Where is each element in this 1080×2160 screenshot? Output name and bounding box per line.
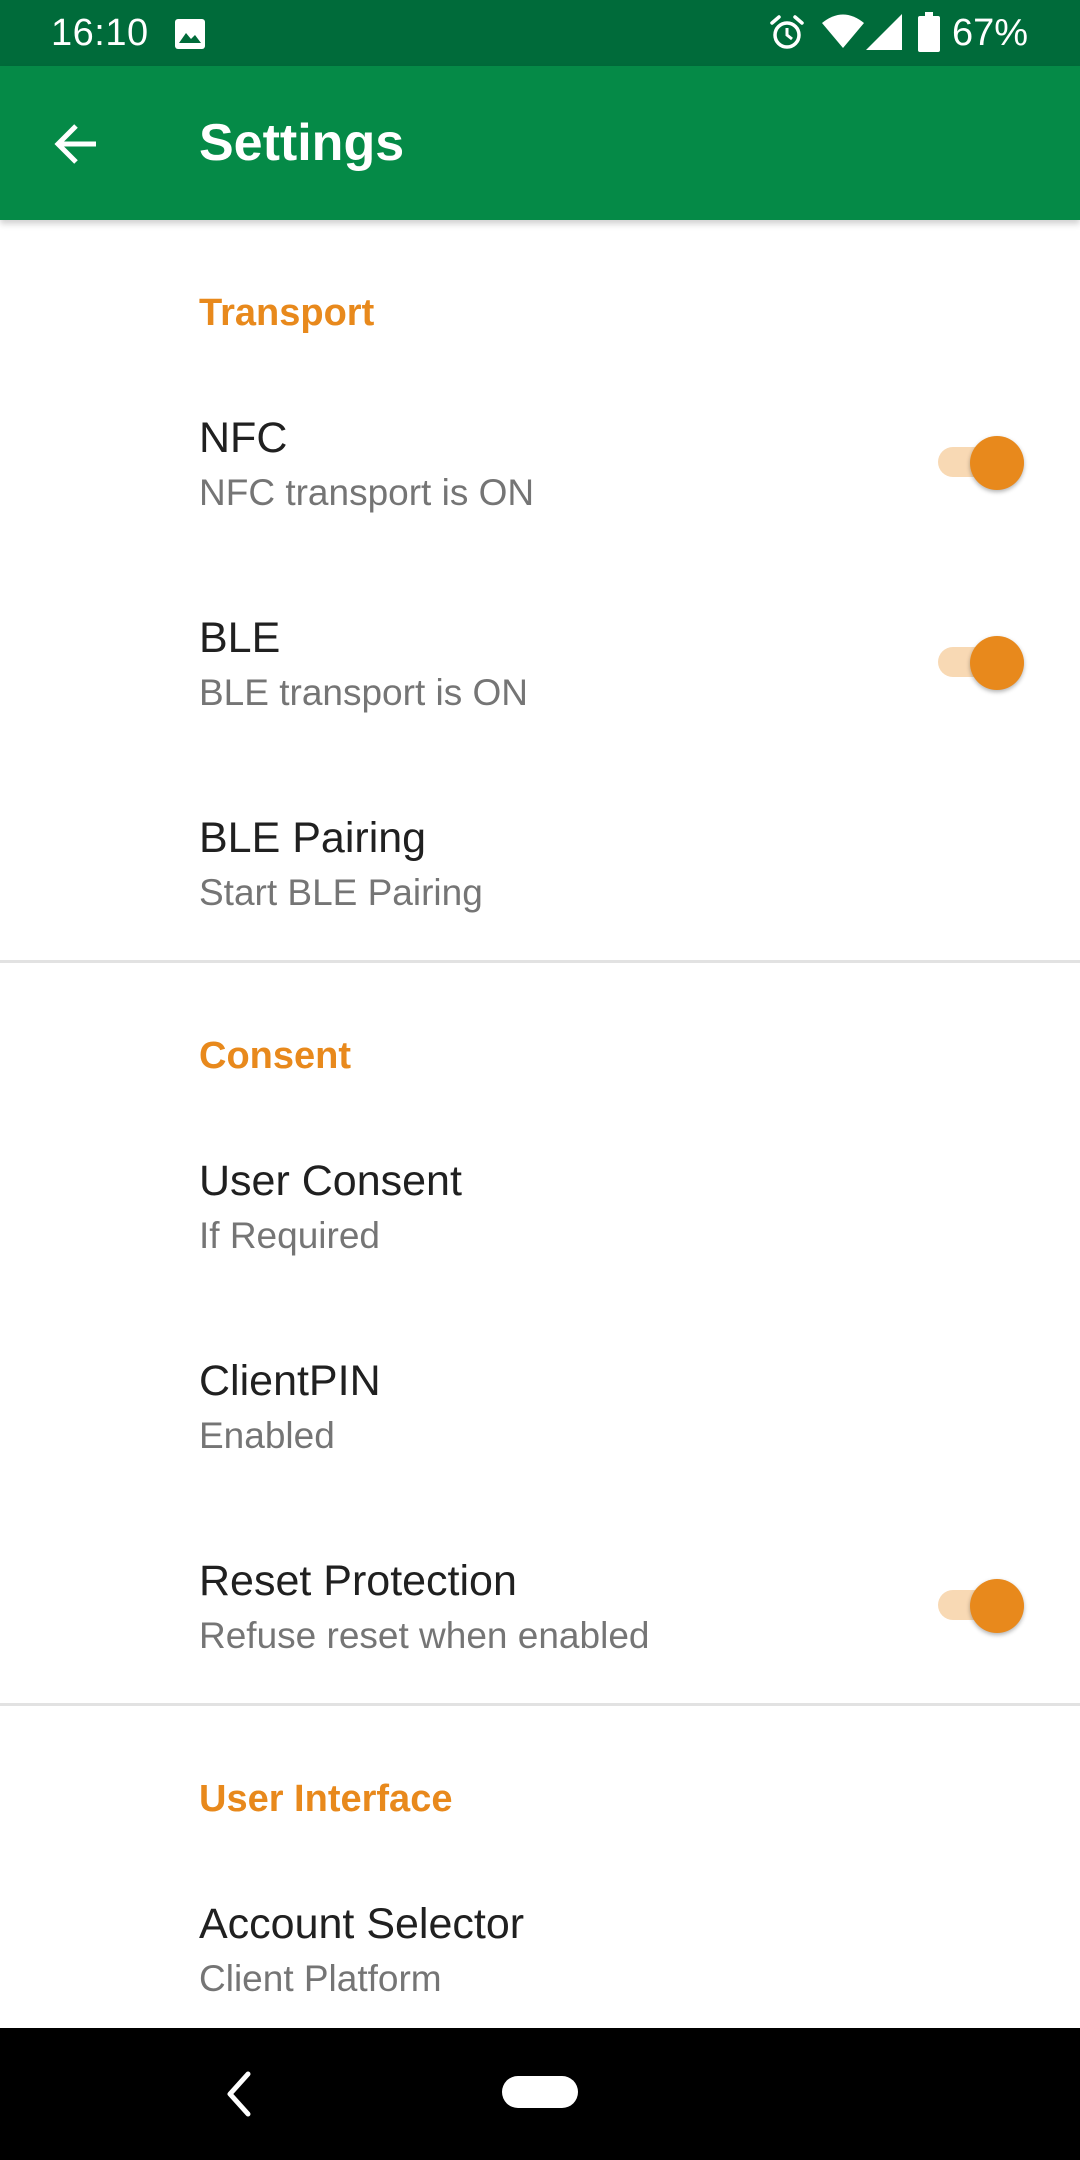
reset-protection-toggle[interactable] [938,1579,1028,1633]
pref-client-pin-title: ClientPIN [199,1357,381,1405]
nav-back-icon[interactable] [218,2066,258,2122]
section-transport: Transport NFC NFC transport is ON BLE BL… [0,220,1080,960]
arrow-back-icon [54,124,96,164]
section-user-interface: User Interface Account Selector Client P… [0,1706,1080,2028]
pref-ble-pairing[interactable]: BLE Pairing Start BLE Pairing [0,760,1080,960]
settings-list: Transport NFC NFC transport is ON BLE BL… [0,220,1080,2028]
pref-user-consent-title: User Consent [199,1157,462,1205]
battery-icon [918,12,940,52]
pref-user-consent-summary: If Required [199,1215,380,1256]
image-icon [175,19,205,49]
pref-reset-protection-title: Reset Protection [199,1557,517,1605]
pref-nfc[interactable]: NFC NFC transport is ON [0,360,1080,560]
pref-nfc-summary: NFC transport is ON [199,472,535,513]
pref-account-selector[interactable]: Account Selector Client Platform [0,1846,1080,2028]
pref-ble-title: BLE [199,614,281,662]
alarm-icon [770,15,804,49]
section-header-user-interface: User Interface [0,1706,1080,1846]
page-title: Settings [199,114,405,172]
app-bar: Settings [0,66,1080,220]
section-title-user-interface: User Interface [199,1778,453,1820]
settings-screen: 16:10 67% Settings Transport NFC NFC tra… [0,0,1080,2160]
section-consent: Consent User Consent If Required ClientP… [0,963,1080,1703]
section-title-consent: Consent [199,1035,351,1077]
pref-reset-protection-summary: Refuse reset when enabled [199,1615,650,1656]
toggle-thumb [970,636,1024,690]
pref-client-pin[interactable]: ClientPIN Enabled [0,1303,1080,1503]
pref-ble[interactable]: BLE BLE transport is ON [0,560,1080,760]
signal-icon [866,14,902,50]
ble-toggle[interactable] [938,636,1028,690]
pref-ble-pairing-title: BLE Pairing [199,814,427,862]
pref-client-pin-summary: Enabled [199,1415,335,1456]
status-bar: 16:10 67% [0,0,1080,66]
battery-percentage: 67% [951,12,1028,54]
nfc-toggle[interactable] [938,436,1028,490]
section-title-transport: Transport [199,292,375,334]
back-button[interactable] [36,109,116,179]
section-header-consent: Consent [0,963,1080,1103]
section-header-transport: Transport [0,220,1080,360]
pref-ble-pairing-summary: Start BLE Pairing [199,872,483,913]
toggle-thumb [970,1579,1024,1633]
pref-account-selector-title: Account Selector [199,1900,525,1948]
pref-nfc-title: NFC [199,414,288,462]
pref-user-consent[interactable]: User Consent If Required [0,1103,1080,1303]
toggle-thumb [970,436,1024,490]
nav-home-pill[interactable] [502,2076,578,2108]
pref-account-selector-summary: Client Platform [199,1958,442,1999]
navigation-bar [0,2028,1080,2160]
pref-reset-protection[interactable]: Reset Protection Refuse reset when enabl… [0,1503,1080,1703]
pref-ble-summary: BLE transport is ON [199,672,529,713]
status-time: 16:10 [51,12,149,54]
wifi-icon [822,14,864,48]
